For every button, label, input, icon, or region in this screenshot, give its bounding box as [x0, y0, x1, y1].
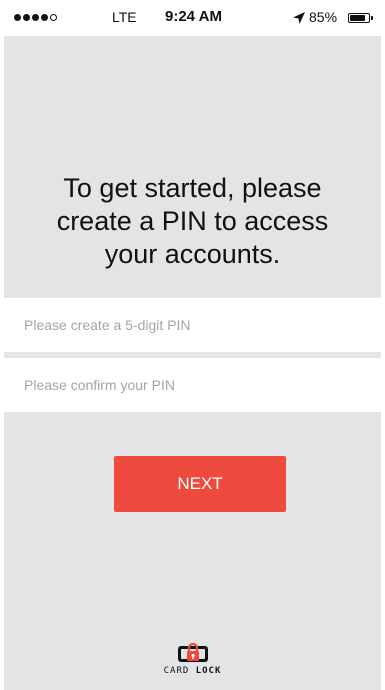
signal-dot — [41, 14, 48, 21]
signal-strength-icon — [14, 14, 57, 21]
app-logo-wordmark: CARD LOCK — [4, 666, 381, 676]
pin-field-container — [4, 298, 381, 352]
logo-text-card: CARD — [163, 666, 196, 676]
confirm-pin-field-container — [4, 358, 381, 412]
logo-text-lock: LOCK — [195, 666, 222, 676]
confirm-pin-input[interactable] — [4, 358, 381, 412]
location-arrow-icon — [293, 12, 305, 24]
battery-level-fill — [350, 15, 366, 21]
battery-tip — [371, 16, 373, 20]
next-button[interactable]: NEXT — [114, 456, 286, 512]
signal-dot — [50, 14, 57, 21]
battery-percentage: 85% — [309, 9, 338, 25]
status-time: 9:24 AM — [165, 8, 222, 25]
signal-dot — [32, 14, 39, 21]
page-title: To get started, please create a PIN to a… — [4, 172, 381, 271]
carrier-label: LTE — [112, 9, 137, 25]
create-pin-input[interactable] — [4, 298, 381, 352]
app-logo: CARD LOCK — [4, 641, 381, 676]
signal-dot — [14, 14, 21, 21]
status-bar: LTE 9:24 AM 85% — [4, 0, 381, 36]
battery-icon — [348, 13, 370, 23]
signal-dot — [23, 14, 30, 21]
lock-card-icon — [177, 642, 208, 662]
app-screen: LTE 9:24 AM 85% To get started, please c… — [4, 0, 381, 690]
page-title-line: your accounts. — [104, 239, 281, 269]
page-title-line: create a PIN to access — [56, 206, 329, 236]
page-title-line: To get started, please — [63, 173, 322, 203]
